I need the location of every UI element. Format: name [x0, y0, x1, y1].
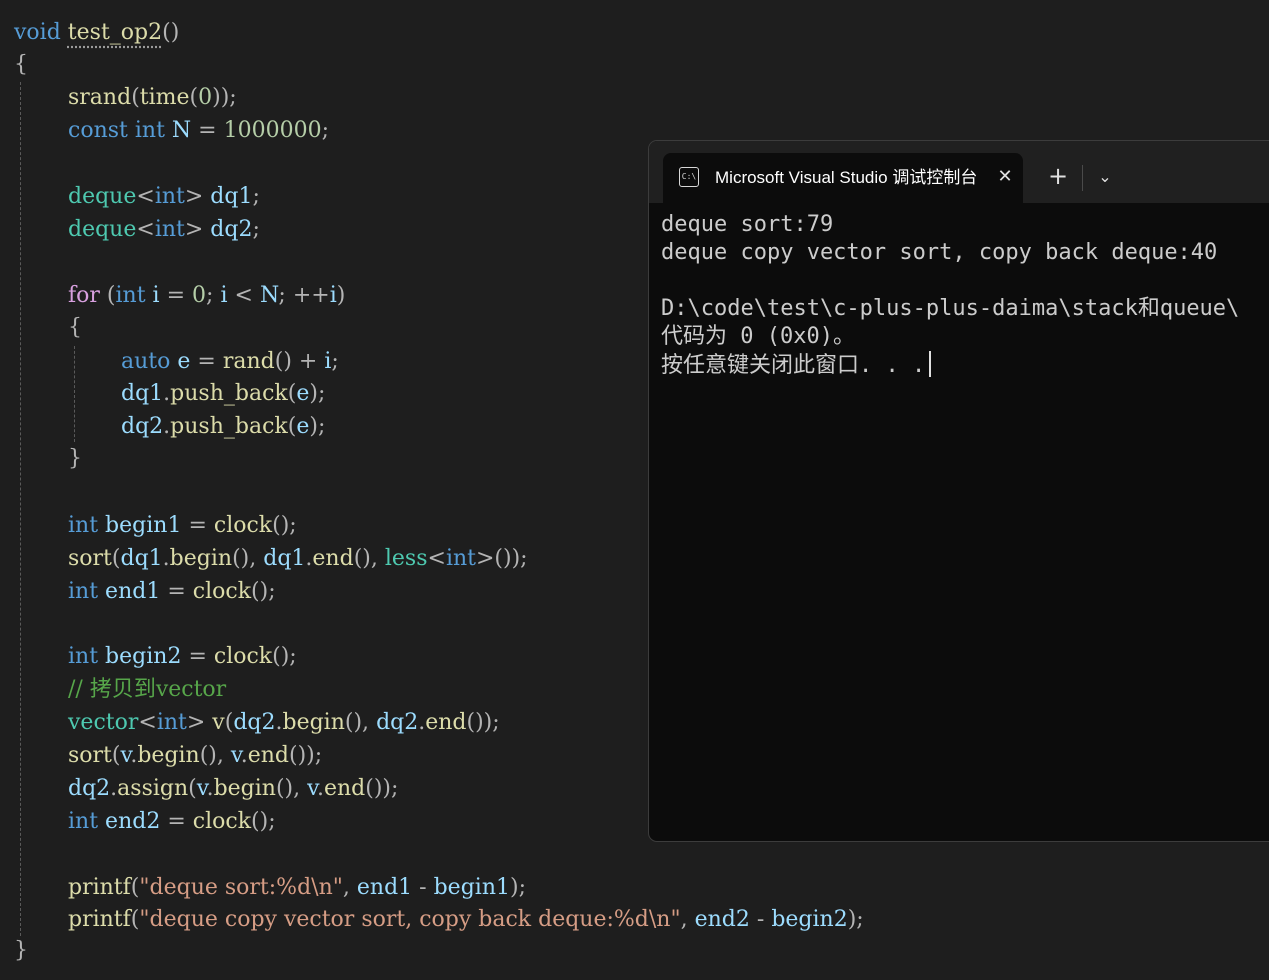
- code-line: dq1.push_back(e);: [121, 381, 326, 406]
- output-line: D:\code\test\c-plus-plus-daima\stack和que…: [661, 296, 1240, 321]
- code-line: vector<int> v(dq2.begin(), dq2.end());: [68, 710, 500, 735]
- output-line: 按任意键关闭此窗口. . .: [661, 353, 926, 378]
- indent-guide: [20, 82, 21, 936]
- code-line: sort(dq1.begin(), dq1.end(), less<int>()…: [68, 546, 528, 571]
- console-output[interactable]: deque sort:79 deque copy vector sort, co…: [661, 211, 1269, 379]
- tab-title: Microsoft Visual Studio 调试控制台: [715, 168, 977, 187]
- code-line: for (int i = 0; i < N; ++i): [68, 283, 346, 308]
- function-name: test_op2: [67, 20, 163, 45]
- output-line-prompt: 按任意键关闭此窗口. . .: [661, 351, 1269, 379]
- code-comment: // 拷贝到vector: [68, 677, 227, 702]
- code-line: void test_op2(): [14, 20, 180, 45]
- code-line: dq2.push_back(e);: [121, 414, 326, 439]
- code-line: int end1 = clock();: [68, 579, 276, 604]
- code-line: deque<int> dq2;: [68, 217, 260, 242]
- output-line: deque copy vector sort, copy back deque:…: [661, 240, 1218, 265]
- code-line: auto e = rand() + i;: [121, 349, 339, 374]
- window-titlebar[interactable]: C:\ Microsoft Visual Studio 调试控制台 ✕ + ⌄: [649, 141, 1269, 203]
- console-tab[interactable]: C:\ Microsoft Visual Studio 调试控制台 ✕: [663, 153, 1023, 203]
- output-line: 代码为 0 (0x0)。: [661, 324, 855, 349]
- code-line: sort(v.begin(), v.end());: [68, 743, 323, 768]
- code-line: deque<int> dq1;: [68, 184, 260, 209]
- output-line: deque sort:79: [661, 212, 834, 237]
- titlebar-divider: [1082, 165, 1083, 191]
- chevron-down-icon[interactable]: ⌄: [1089, 161, 1121, 193]
- indent-guide: [74, 346, 75, 442]
- code-line: dq2.assign(v.begin(), v.end());: [68, 776, 399, 801]
- code-line: printf("deque sort:%d\n", end1 - begin1)…: [68, 875, 526, 900]
- code-line: }: [14, 938, 28, 963]
- code-line: int begin1 = clock();: [68, 513, 297, 538]
- terminal-icon: C:\: [679, 167, 699, 187]
- debug-console-window[interactable]: C:\ Microsoft Visual Studio 调试控制台 ✕ + ⌄ …: [648, 140, 1269, 842]
- code-line: {: [14, 52, 28, 77]
- code-line: {: [68, 315, 82, 340]
- close-icon[interactable]: ✕: [993, 165, 1017, 189]
- text-cursor: [929, 351, 932, 377]
- code-line: srand(time(0));: [68, 85, 237, 110]
- format-string: "deque copy vector sort, copy back deque…: [139, 907, 681, 932]
- code-line: printf("deque copy vector sort, copy bac…: [68, 907, 864, 932]
- code-line: }: [68, 446, 82, 471]
- code-line: int begin2 = clock();: [68, 644, 297, 669]
- code-line: int end2 = clock();: [68, 809, 276, 834]
- plus-icon[interactable]: +: [1042, 161, 1074, 193]
- code-line: const int N = 1000000;: [68, 118, 329, 143]
- format-string: "deque sort:%d\n": [139, 875, 343, 900]
